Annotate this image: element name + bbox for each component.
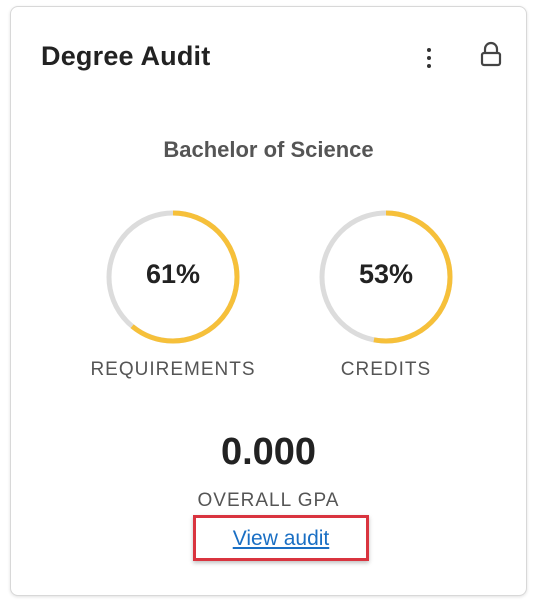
credits-label: CREDITS bbox=[340, 359, 432, 380]
requirements-progress-ring: 61% bbox=[103, 207, 243, 347]
degree-name: Bachelor of Science bbox=[163, 137, 374, 162]
requirements-percent: 61% bbox=[145, 259, 201, 289]
credits-progress-ring: 53% bbox=[316, 207, 456, 347]
view-audit-highlight: View audit bbox=[193, 515, 369, 561]
lock-icon[interactable] bbox=[478, 41, 504, 69]
view-audit-link[interactable]: View audit bbox=[196, 527, 366, 551]
gpa-label: OVERALL GPA bbox=[197, 490, 340, 511]
degree-audit-card: Degree Audit Bachelor of Science 61% REQ… bbox=[10, 6, 527, 596]
credits-percent: 53% bbox=[358, 259, 414, 289]
card-title: Degree Audit bbox=[41, 41, 211, 71]
gpa-value: 0.000 bbox=[220, 431, 317, 473]
requirements-label: REQUIREMENTS bbox=[90, 359, 256, 380]
kebab-menu-icon[interactable] bbox=[419, 43, 439, 73]
